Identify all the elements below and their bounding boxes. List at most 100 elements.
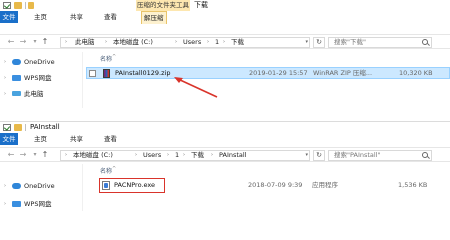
pane-divider (82, 52, 83, 108)
breadcrumb-local-disk[interactable]: 本地磁盘 (C:) (113, 38, 153, 47)
nav-item-onedrive[interactable]: › OneDrive (4, 56, 80, 68)
forward-arrow-icon[interactable]: → (18, 150, 28, 160)
address-row: ← → ▾ ↑ › 本地磁盘 (C:) › Users › 1 › 下载 › P… (0, 147, 450, 162)
forward-arrow-icon[interactable]: → (18, 37, 28, 47)
wps-drive-icon (12, 75, 21, 81)
chevron-icon: › (207, 39, 209, 45)
title-bar: PAInstall (0, 122, 450, 133)
chevron-icon: › (175, 39, 177, 45)
column-header: 名称 ^ (86, 166, 450, 177)
annotation-arrow (174, 77, 218, 98)
chevron-icon: › (223, 39, 225, 45)
expand-arrow-icon[interactable]: › (4, 180, 6, 192)
nav-item-wps-drive[interactable]: › WPS网盘 (4, 72, 80, 84)
file-list: 名称 ^ PAInstall0129.zip 2019-01-29 15:57 … (86, 54, 450, 108)
checkmark-icon[interactable] (3, 124, 11, 131)
nav-item-wps-drive[interactable]: › WPS网盘 (4, 198, 80, 210)
window-title: PAInstall (30, 123, 60, 131)
up-arrow-icon[interactable]: ↑ (40, 37, 50, 47)
explorer-window-downloads: 压缩的文件夹工具 下载 文件 主页 共享 查看 解压缩 ← → ▾ ↑ › 此电… (0, 0, 450, 108)
recent-dropdown-icon[interactable]: ▾ (30, 37, 40, 47)
window-title: 下载 (194, 1, 208, 9)
folder-icon[interactable] (14, 2, 22, 9)
breadcrumb-user-1[interactable]: 1 (215, 38, 219, 47)
tab-home[interactable]: 主页 (34, 133, 47, 145)
breadcrumb-local-disk[interactable]: 本地磁盘 (C:) (73, 151, 113, 160)
chevron-icon: › (105, 39, 107, 45)
file-type: 应用程序 (312, 181, 338, 189)
pane-divider (82, 164, 83, 211)
expand-arrow-icon[interactable]: › (4, 72, 6, 84)
back-arrow-icon[interactable]: ← (6, 37, 16, 47)
nav-item-this-pc[interactable]: › 此电脑 (4, 88, 80, 100)
breadcrumb-users[interactable]: Users (183, 38, 201, 47)
nav-item-onedrive[interactable]: › OneDrive (4, 180, 80, 192)
title-bar: 压缩的文件夹工具 下载 (0, 0, 450, 11)
tab-share[interactable]: 共享 (70, 133, 83, 145)
breadcrumb-painstall[interactable]: PAInstall (219, 151, 247, 160)
file-list: 名称 ^ PACNPro.exe 2018-07-09 9:39 应用程序 1,… (86, 166, 450, 211)
tab-file[interactable]: 文件 (0, 11, 18, 23)
chevron-icon: › (167, 152, 169, 158)
file-date: 2018-07-09 9:39 (248, 181, 303, 189)
wps-drive-icon (12, 201, 21, 207)
chevron-icon: › (183, 152, 185, 158)
divider (25, 2, 26, 9)
ribbon-tabs: 文件 主页 共享 查看 (0, 133, 450, 145)
arrow-line (177, 78, 218, 98)
nav-label: WPS网盘 (24, 74, 52, 82)
tab-extract[interactable]: 解压缩 (141, 11, 167, 24)
context-tab-compressed-tools: 压缩的文件夹工具 (136, 0, 190, 11)
column-name-header[interactable]: 名称 (100, 167, 112, 177)
tab-share[interactable]: 共享 (70, 11, 83, 23)
breadcrumb-users[interactable]: Users (143, 151, 161, 160)
file-size: 1,536 KB (398, 181, 428, 189)
new-folder-icon[interactable] (28, 2, 34, 9)
breadcrumb-user-1[interactable]: 1 (175, 151, 179, 160)
checkmark-icon[interactable] (3, 2, 11, 9)
expand-arrow-icon[interactable]: › (4, 88, 6, 100)
breadcrumb-downloads[interactable]: 下载 (231, 38, 244, 47)
tab-view[interactable]: 查看 (104, 133, 117, 145)
breadcrumb-this-pc[interactable]: 此电脑 (75, 38, 95, 47)
explorer-window-painstall: PAInstall 文件 主页 共享 查看 ← → ▾ ↑ › 本地磁盘 (C:… (0, 121, 450, 211)
nav-label: OneDrive (24, 58, 55, 66)
chevron-icon: › (65, 39, 67, 45)
search-placeholder: 搜索"PAInstall" (334, 151, 381, 159)
ribbon-tabs: 文件 主页 共享 查看 解压缩 (0, 11, 450, 24)
computer-icon (12, 91, 21, 96)
up-arrow-icon[interactable]: ↑ (40, 150, 50, 160)
search-input[interactable]: 搜索"下载" (328, 37, 432, 48)
navigation-pane: › OneDrive › WPS网盘 (0, 164, 82, 211)
tab-file[interactable]: 文件 (0, 133, 18, 145)
chevron-icon: › (135, 152, 137, 158)
highlight-box (99, 178, 165, 193)
expand-arrow-icon[interactable]: › (4, 56, 6, 68)
expand-arrow-icon[interactable]: › (4, 198, 6, 210)
search-input[interactable]: 搜索"PAInstall" (328, 150, 432, 161)
search-placeholder: 搜索"下载" (334, 38, 366, 46)
recent-dropdown-icon[interactable]: ▾ (30, 150, 40, 160)
folder-icon[interactable] (14, 124, 22, 131)
search-icon (422, 152, 428, 158)
nav-label: OneDrive (24, 182, 55, 190)
address-dropdown-icon[interactable]: ▾ (305, 38, 308, 47)
tab-home[interactable]: 主页 (34, 11, 47, 23)
tab-view[interactable]: 查看 (104, 11, 117, 23)
nav-label: 此电脑 (24, 90, 44, 98)
chevron-icon: › (211, 152, 213, 158)
address-bar[interactable]: › 此电脑 › 本地磁盘 (C:) › Users › 1 › 下载 ▾ (60, 37, 310, 48)
address-bar[interactable]: › 本地磁盘 (C:) › Users › 1 › 下载 › PAInstall… (60, 150, 310, 161)
search-icon (422, 39, 428, 45)
onedrive-cloud-icon (12, 59, 21, 65)
onedrive-cloud-icon (12, 183, 21, 189)
refresh-icon[interactable]: ↻ (313, 37, 325, 48)
nav-label: WPS网盘 (24, 200, 52, 208)
breadcrumb-downloads[interactable]: 下载 (191, 151, 204, 160)
address-dropdown-icon[interactable]: ▾ (305, 151, 308, 160)
chevron-icon: › (65, 152, 67, 158)
back-arrow-icon[interactable]: ← (6, 150, 16, 160)
refresh-icon[interactable]: ↻ (313, 150, 325, 161)
divider (25, 124, 26, 131)
sort-arrow-icon: ^ (112, 166, 117, 172)
